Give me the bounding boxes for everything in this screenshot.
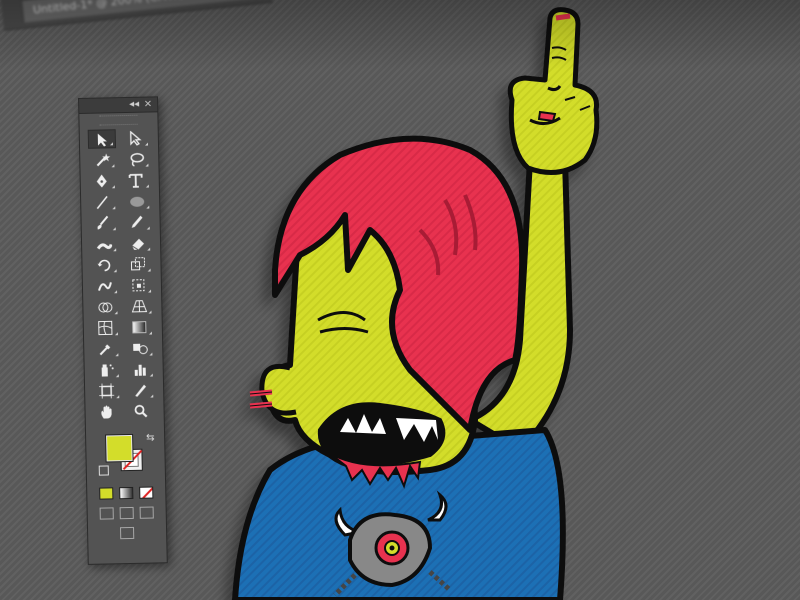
type-tool[interactable] [123, 170, 151, 190]
lasso-tool[interactable] [122, 150, 150, 170]
color-mode-button[interactable] [99, 487, 114, 500]
artboard-canvas[interactable]: Untitled-1* @ 200% (CMYK/Preview) × [0, 0, 800, 600]
white-arrow-icon [130, 130, 142, 146]
paintbrush-tool[interactable] [89, 213, 117, 233]
brush-icon [97, 215, 109, 230]
drawing-modes-row [88, 506, 166, 520]
eraser-icon [131, 238, 145, 251]
default-fill-stroke-icon[interactable] [98, 465, 109, 476]
symbol-sprayer-icon [101, 364, 114, 377]
magic-wand-tool[interactable] [88, 150, 116, 170]
rotate-icon [97, 259, 111, 272]
gradient-mode-button[interactable] [119, 486, 134, 500]
zoom-tool[interactable] [127, 401, 155, 421]
blob-brush-tool[interactable] [90, 234, 118, 254]
eraser-tool[interactable] [124, 233, 152, 253]
color-mode-row [87, 486, 165, 500]
ellipse-tool[interactable] [123, 191, 151, 211]
fill-color-swatch[interactable] [106, 434, 133, 462]
perspective-grid-tool[interactable] [125, 296, 153, 316]
magnifier-icon [134, 404, 148, 418]
draw-behind-button[interactable] [119, 506, 134, 520]
type-icon [128, 173, 143, 188]
pen-tool[interactable] [89, 171, 117, 191]
tools-panel[interactable]: ◂◂ × ⇆ [78, 96, 168, 565]
gradient-icon [132, 321, 147, 334]
column-graph-icon [134, 364, 146, 376]
blend-tool[interactable] [126, 338, 154, 358]
mesh-icon [98, 320, 113, 336]
rotate-tool[interactable] [90, 255, 118, 275]
scale-tool[interactable] [124, 254, 152, 274]
artboard-icon [99, 383, 115, 399]
panel-grip[interactable] [99, 114, 138, 126]
perspective-grid-icon [131, 300, 148, 313]
screen-mode-row [88, 526, 166, 540]
shape-builder-icon [98, 302, 113, 313]
scale-icon [130, 257, 146, 271]
pencil-icon [131, 215, 143, 228]
tool-grid [80, 128, 164, 422]
shape-builder-tool[interactable] [91, 297, 119, 317]
line-icon [96, 195, 108, 210]
draw-inside-button[interactable] [139, 506, 154, 519]
draw-normal-button[interactable] [99, 507, 114, 520]
fill-stroke-controls: ⇆ [86, 428, 165, 486]
hand-icon [101, 405, 112, 419]
ellipse-icon [130, 196, 145, 207]
collapse-icon[interactable]: ◂◂ [129, 98, 139, 112]
column-graph-tool[interactable] [126, 359, 154, 379]
arrow-pointer-icon [97, 133, 107, 147]
direct-selection-tool[interactable] [122, 129, 150, 149]
blend-icon [133, 343, 148, 355]
magic-wand-icon [96, 153, 111, 167]
free-transform-tool[interactable] [125, 275, 153, 295]
artboard-tool[interactable] [93, 381, 121, 401]
panel-header[interactable]: ◂◂ × [79, 97, 158, 114]
pencil-tool[interactable] [123, 212, 151, 232]
close-icon[interactable]: × [144, 97, 153, 111]
free-transform-icon [132, 279, 145, 292]
pen-nib-icon [96, 174, 107, 188]
line-segment-tool[interactable] [89, 192, 117, 212]
gradient-tool[interactable] [126, 317, 154, 337]
none-mode-button[interactable] [139, 486, 154, 499]
hand-tool[interactable] [93, 402, 121, 422]
screen-mode-button[interactable] [119, 526, 135, 540]
symbol-sprayer-tool[interactable] [93, 360, 121, 380]
slice-icon [135, 384, 147, 397]
eyedropper-icon [99, 344, 111, 356]
selection-tool[interactable] [87, 129, 117, 149]
eyedropper-tool[interactable] [92, 339, 120, 359]
lasso-icon [130, 153, 145, 167]
blob-brush-icon [96, 243, 113, 250]
warp-tool[interactable] [91, 276, 119, 296]
slice-tool[interactable] [127, 380, 155, 400]
mesh-tool[interactable] [92, 318, 120, 338]
swap-fill-stroke-icon[interactable]: ⇆ [146, 432, 155, 443]
warp-icon [98, 282, 112, 291]
